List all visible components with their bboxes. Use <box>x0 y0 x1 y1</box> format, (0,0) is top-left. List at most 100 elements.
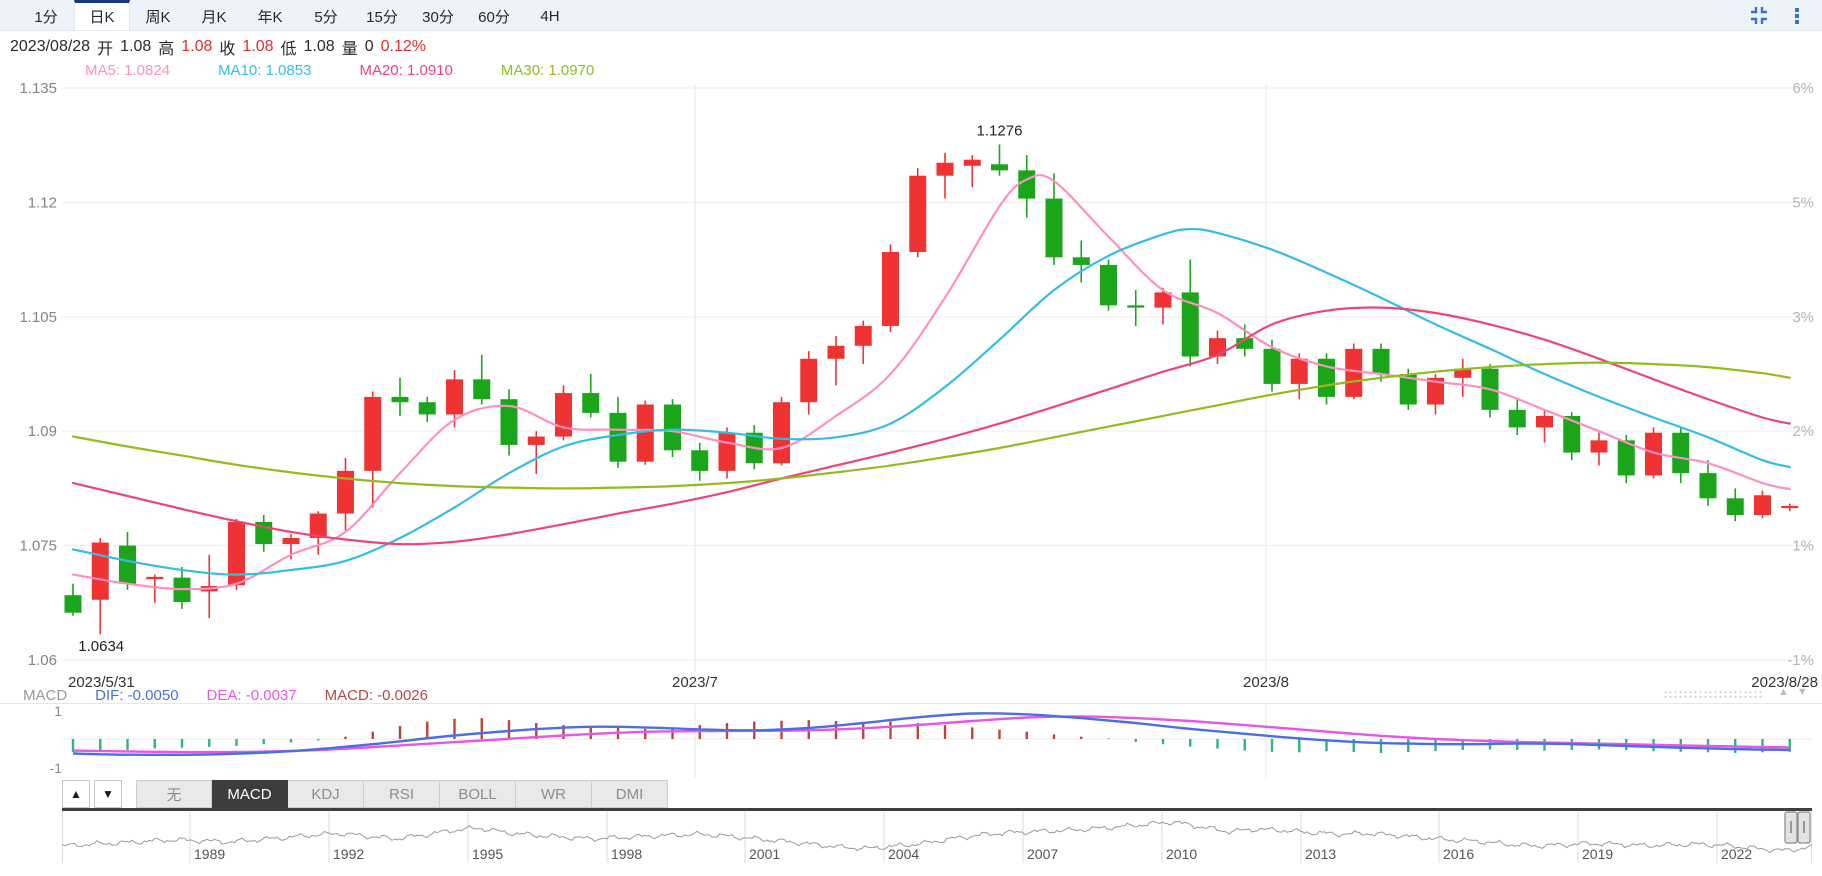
candle-body <box>228 521 245 586</box>
macd-hist-bar <box>426 721 429 739</box>
macd-hist-bar <box>889 721 892 739</box>
header-icons <box>1748 0 1808 31</box>
info-value: 1.08 <box>120 38 152 55</box>
main-candlestick-chart[interactable]: 1.135 6% 1.12 5% 1.105 3% 1.09 2% 1.075 1% 1.06 -1%… <box>0 80 1822 703</box>
candle-body <box>1290 358 1308 384</box>
info-label: 开 <box>97 41 114 58</box>
period-tab-年K[interactable]: 年K <box>242 0 298 30</box>
candle-body <box>1263 348 1281 384</box>
indicator-tab-RSI[interactable]: RSI <box>364 780 440 808</box>
candle-body <box>391 396 409 403</box>
indicator-tab-无[interactable]: 无 <box>136 780 212 808</box>
candle-body <box>1699 473 1717 499</box>
info-value: 1.08 <box>181 38 213 55</box>
candle-body <box>991 164 1008 171</box>
macd-hist-bar <box>971 727 974 739</box>
ma-value-3: MA20: 1.0910 <box>359 61 453 79</box>
indicator-tab-WR[interactable]: WR <box>516 780 592 808</box>
macd-hist-bar <box>99 739 102 752</box>
period-tab-月K[interactable]: 月K <box>186 0 242 30</box>
price-axis-label: 1.105 <box>19 309 57 326</box>
pane-collapse-arrows: ▲ ▼ <box>1778 686 1808 698</box>
more-icon[interactable] <box>1786 5 1808 27</box>
indicator-tab-DMI[interactable]: DMI <box>592 780 668 808</box>
candle-body <box>936 162 954 176</box>
macd-hist-bar <box>208 739 211 747</box>
price-axis-label: 1.135 <box>19 80 57 97</box>
candle-body <box>609 412 627 462</box>
collapse-icon[interactable] <box>1748 5 1770 27</box>
navigator-year-label: 2007 <box>1027 846 1058 862</box>
candle-body <box>963 159 981 166</box>
navigator-year-label: 2016 <box>1443 846 1474 862</box>
navigator-year-label: 2001 <box>749 846 780 862</box>
macd-hist-bar <box>644 728 647 739</box>
indicator-down-button[interactable]: ▼ <box>94 780 122 808</box>
candle-body <box>1726 498 1744 516</box>
macd-info-value-2: MACD: -0.0026 <box>324 686 428 704</box>
indicator-up-button[interactable]: ▲ <box>62 780 90 808</box>
candle-body <box>282 537 300 545</box>
macd-hist-bar <box>943 725 947 739</box>
macd-hist-bar <box>1161 739 1165 745</box>
navigator-year-label: 2010 <box>1166 846 1197 862</box>
indicator-tab-BOLL[interactable]: BOLL <box>440 780 516 808</box>
pane-drag-handle[interactable] <box>1663 690 1763 699</box>
navigator-year-label: 2019 <box>1582 846 1613 862</box>
candle-body <box>555 393 572 437</box>
candle-body <box>773 402 790 464</box>
price-axis-label: 1.075 <box>19 538 57 555</box>
period-tab-日K[interactable]: 日K <box>74 0 130 30</box>
info-date: 2023/08/28 <box>10 38 91 55</box>
percent-axis-label: -1% <box>1787 652 1814 669</box>
percent-axis-label: 6% <box>1792 80 1814 97</box>
price-axis-label: 1.09 <box>28 423 57 440</box>
macd-indicator-pane[interactable]: 1 -1 <box>0 703 1822 780</box>
macd-hist-bar <box>235 739 238 746</box>
period-tab-30分[interactable]: 30分 <box>410 0 466 30</box>
pane-up-arrow-icon[interactable]: ▲ <box>1778 686 1789 698</box>
macd-axis-top: 1 <box>54 703 62 719</box>
macd-hist-bar <box>1107 738 1110 739</box>
candle-body <box>1372 348 1390 374</box>
info-value: 0 <box>364 38 374 55</box>
navigator-year-label: 1992 <box>333 846 364 862</box>
candle-body <box>664 404 681 451</box>
date-axis-label: 2023/8 <box>1243 674 1289 691</box>
period-tab-周K[interactable]: 周K <box>130 0 186 30</box>
macd-hist-bar <box>180 739 184 748</box>
period-tab-bar: 1分 日K 周K 月K 年K 5分 15分 30分 60分 4H <box>0 0 1822 31</box>
candle-body <box>1018 170 1036 199</box>
info-value: 1.08 <box>242 38 274 55</box>
candle-body <box>418 402 436 415</box>
period-tab-60分[interactable]: 60分 <box>466 0 522 30</box>
navigator-year-label: 1998 <box>611 846 642 862</box>
navigator-year-label: 2004 <box>888 846 919 862</box>
macd-hist-bar <box>371 731 374 739</box>
percent-axis-label: 1% <box>1792 538 1814 555</box>
info-label: 收 <box>219 41 236 58</box>
info-change: 0.12% <box>380 38 426 55</box>
macd-hist-bar <box>1216 739 1219 749</box>
pane-down-arrow-icon[interactable]: ▼ <box>1797 686 1808 698</box>
candle-body <box>582 393 600 413</box>
date-axis-label: 2023/7 <box>672 674 718 691</box>
period-tab-1分[interactable]: 1分 <box>18 0 74 30</box>
macd-hist-bar <box>507 720 511 739</box>
macd-hist-bar <box>1243 739 1246 751</box>
indicator-tab-KDJ[interactable]: KDJ <box>288 780 364 808</box>
macd-pane-title: MACD <box>23 686 68 704</box>
candle-body <box>1127 305 1145 308</box>
period-tab-5分[interactable]: 5分 <box>298 0 354 30</box>
candle-body <box>91 542 109 600</box>
timeline-navigator[interactable]: 1989 1992 1995 1998 2001 2004 2007 2010 2013 2016… <box>0 811 1822 876</box>
period-tab-15分[interactable]: 15分 <box>354 0 410 30</box>
candle-body <box>691 450 709 471</box>
macd-hist-bar <box>153 739 156 749</box>
macd-info-bar: MACD DIF: -0.0050 DEA: -0.0037 MACD: -0.002… <box>23 686 456 704</box>
indicator-tab-MACD[interactable]: MACD <box>212 780 288 808</box>
candle-body <box>1590 440 1608 453</box>
candle-body <box>1672 432 1690 474</box>
macd-hist-bar <box>289 739 293 743</box>
period-tab-4H[interactable]: 4H <box>522 0 578 30</box>
